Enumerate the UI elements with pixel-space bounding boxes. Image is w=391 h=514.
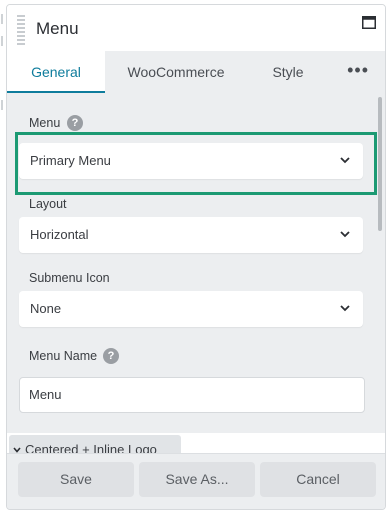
panel-title: Menu <box>36 19 79 38</box>
left-edge-marks <box>0 0 4 514</box>
menu-select[interactable]: Primary Menu <box>19 143 363 179</box>
drag-handle-icon[interactable] <box>17 15 25 47</box>
menu-name-label: Menu Name <box>29 349 98 363</box>
submenu-icon-select-value: None <box>30 301 62 316</box>
tab-bar: General WooCommerce Style ••• <box>7 51 385 93</box>
panel-header[interactable]: Menu <box>7 5 385 51</box>
save-as-button[interactable]: Save As... <box>139 462 255 497</box>
panel-footer: Save Save As... Cancel <box>7 453 385 509</box>
more-tabs-icon[interactable]: ••• <box>347 51 369 93</box>
tab-general[interactable]: General <box>7 51 105 93</box>
cancel-button[interactable]: Cancel <box>260 462 376 497</box>
chevron-down-icon <box>340 305 350 312</box>
help-icon[interactable]: ? <box>67 115 83 131</box>
maximize-icon[interactable] <box>362 16 376 29</box>
settings-panel: Menu General WooCommerce Style ••• Menu … <box>6 4 386 510</box>
layout-select-value: Horizontal <box>30 227 89 242</box>
chevron-down-icon <box>340 231 350 238</box>
menu-name-input[interactable]: Menu <box>19 377 365 413</box>
scrollbar[interactable] <box>378 97 382 231</box>
layout-select[interactable]: Horizontal <box>19 217 363 253</box>
layout-label: Layout <box>29 197 67 211</box>
tab-woocommerce[interactable]: WooCommerce <box>117 51 235 93</box>
submenu-icon-label: Submenu Icon <box>29 271 110 285</box>
save-button[interactable]: Save <box>18 462 134 497</box>
menu-label: Menu <box>29 116 61 130</box>
submenu-icon-select[interactable]: None <box>19 291 363 327</box>
help-icon[interactable]: ? <box>103 348 119 364</box>
tab-style[interactable]: Style <box>259 51 317 93</box>
chevron-down-icon <box>340 157 350 164</box>
menu-select-value: Primary Menu <box>30 153 111 168</box>
